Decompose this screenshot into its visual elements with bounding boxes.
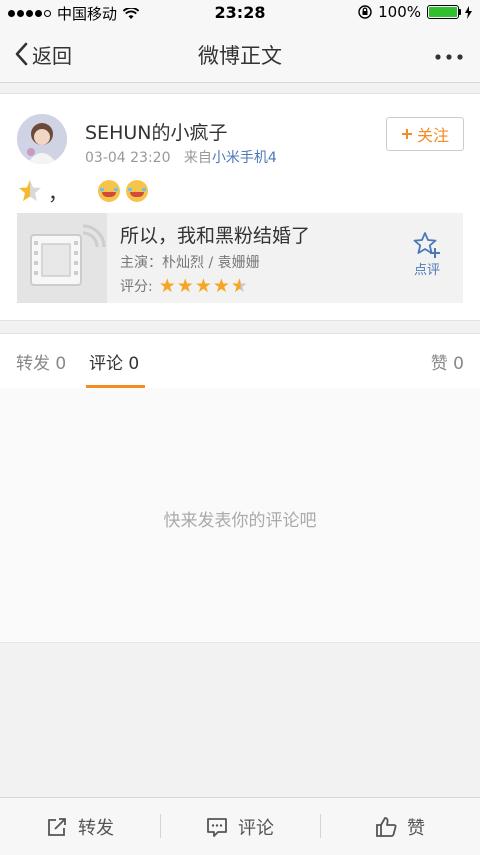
back-button[interactable]: 返回	[14, 40, 72, 68]
half-star-icon	[19, 180, 41, 201]
plus-icon	[401, 129, 412, 139]
comment-button[interactable]: 评论	[160, 798, 320, 855]
more-button[interactable]	[434, 42, 464, 67]
movie-rating: 评分: ★ ★ ★ ★ ★	[120, 276, 248, 296]
comment-label: 评论	[238, 817, 274, 839]
comment-icon	[207, 817, 227, 837]
post-meta: 03-04 23:20 来自小米手机4	[85, 147, 277, 167]
charging-icon	[465, 5, 472, 19]
star-icon: ★	[212, 274, 230, 297]
star-plus-icon	[413, 232, 440, 258]
page-title: 微博正文	[198, 44, 282, 68]
share-icon	[48, 817, 66, 836]
status-bar: 中国移动 23:28 100%	[0, 0, 480, 26]
tab-comment-label: 评论	[89, 354, 123, 374]
back-label: 返回	[32, 43, 72, 68]
tab-like[interactable]: 赞 0	[431, 349, 464, 374]
follow-label: 关注	[416, 126, 449, 145]
like-label: 赞	[407, 817, 425, 839]
cast-label: 主演：	[120, 255, 162, 271]
post-content: ，	[18, 178, 148, 205]
orientation-lock-icon	[358, 5, 372, 19]
source-prefix: 来自	[183, 150, 212, 166]
star-icon: ★	[194, 274, 212, 297]
post-card: SEHUN的小疯子 03-04 23:20 来自小米手机4 关注 ， 所以，我和…	[0, 93, 480, 321]
interaction-tabs: 转发 0 评论 0 赞 0	[0, 333, 480, 389]
star-icon: ★	[158, 274, 176, 297]
thumbs-up-icon	[376, 816, 397, 837]
empty-comments-message: 快来发表你的评论吧	[163, 511, 317, 531]
battery-percent: 100%	[378, 3, 421, 21]
rating-stars: ★ ★ ★ ★ ★	[158, 274, 248, 297]
status-right: 100%	[358, 3, 472, 21]
bottom-toolbar: 转发 评论 赞	[0, 797, 480, 855]
rate-label: 点评	[413, 263, 440, 278]
post-time: 03-04 23:20	[85, 150, 171, 166]
navigation-bar: 返回 微博正文	[0, 26, 480, 83]
tab-repost-label: 转发	[16, 354, 50, 374]
chevron-left-icon	[15, 42, 28, 66]
movie-poster	[17, 213, 107, 303]
tab-like-count: 0	[453, 354, 464, 374]
movie-cast: 主演：朴灿烈 / 袁姗姗	[120, 252, 260, 272]
avatar[interactable]	[17, 114, 67, 164]
repost-label: 转发	[78, 817, 114, 839]
like-button[interactable]: 赞	[320, 798, 480, 855]
follow-button[interactable]: 关注	[386, 117, 464, 151]
battery-icon	[427, 5, 461, 19]
source-link[interactable]: 小米手机4	[212, 150, 277, 166]
crying-emoji-icon	[126, 180, 148, 202]
tab-comment-count: 0	[128, 354, 140, 374]
star-icon: ★	[176, 274, 194, 297]
repost-button[interactable]: 转发	[0, 798, 160, 855]
crying-emoji-icon	[98, 180, 120, 202]
movie-title: 所以，我和黑粉结婚了	[120, 225, 311, 247]
tab-like-label: 赞	[430, 354, 448, 374]
username-link[interactable]: SEHUN的小疯子	[85, 118, 227, 145]
rate-button[interactable]: 点评	[405, 231, 449, 278]
tab-comment[interactable]: 评论 0	[89, 349, 139, 374]
film-icon	[30, 224, 106, 286]
tab-repost-count: 0	[55, 354, 67, 374]
content-text: ，	[48, 180, 68, 205]
tab-repost[interactable]: 转发 0	[16, 349, 66, 374]
cast-names: 朴灿烈 / 袁姗姗	[162, 255, 260, 271]
half-star-icon: ★	[230, 274, 248, 297]
movie-card[interactable]: 所以，我和黑粉结婚了 主演：朴灿烈 / 袁姗姗 评分: ★ ★ ★ ★ ★ 点评	[17, 213, 463, 303]
comments-panel: 快来发表你的评论吧	[0, 388, 480, 643]
rating-label: 评分:	[120, 279, 153, 295]
more-icon	[435, 54, 463, 60]
